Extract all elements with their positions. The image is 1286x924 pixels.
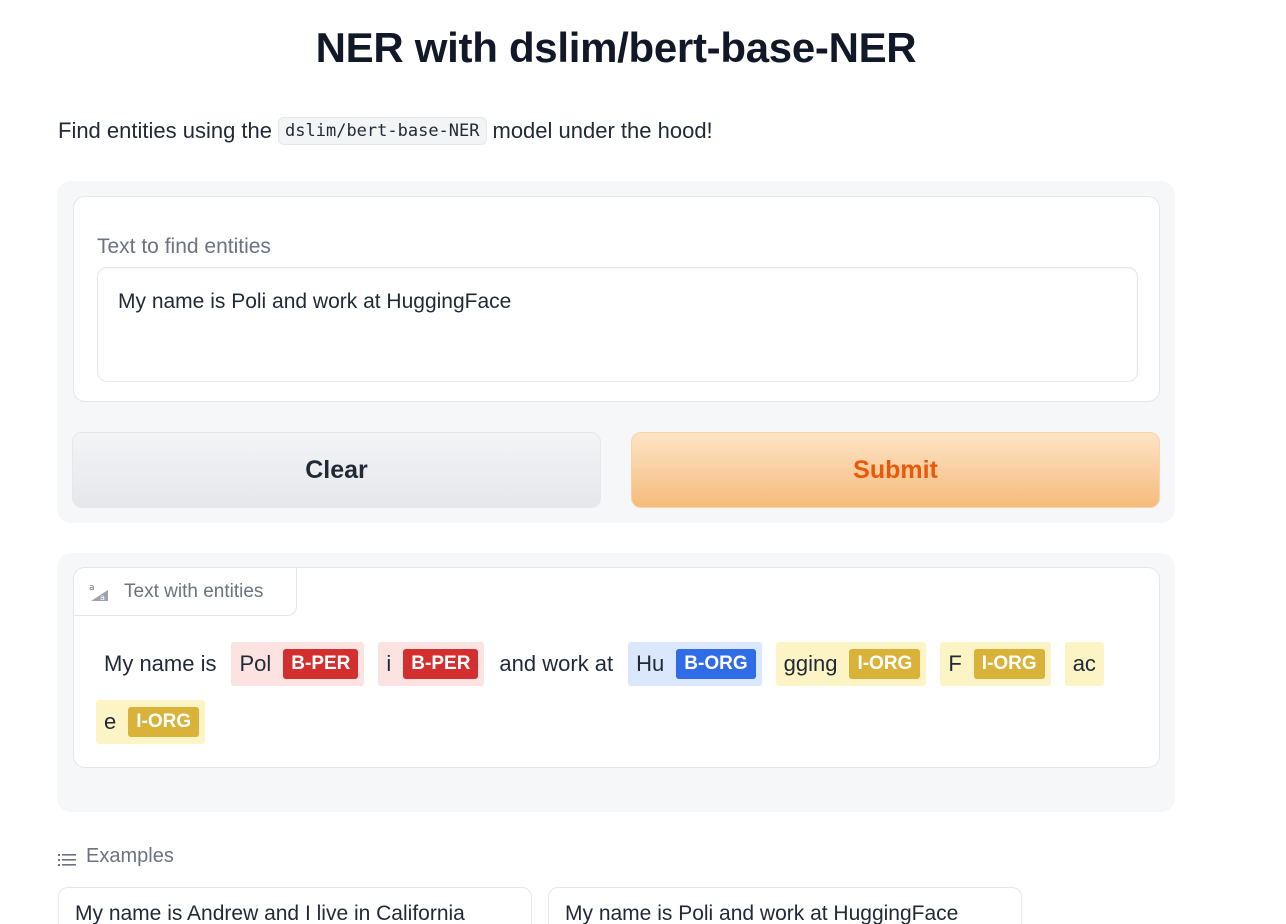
entity-span: Hu B-ORG (628, 642, 762, 686)
input-panel: Text to find entities My name is Poli an… (57, 181, 1175, 523)
entity-tag: B-PER (283, 649, 359, 679)
entity-span: i B-PER (378, 642, 485, 686)
output-label-tab: a a Text with entities (73, 567, 297, 616)
examples-label: Examples (86, 845, 174, 867)
entity-tag: I-ORG (128, 707, 200, 737)
clear-button[interactable]: Clear (72, 432, 601, 508)
entity-span: Pol B-PER (231, 642, 365, 686)
submit-button[interactable]: Submit (631, 432, 1160, 508)
entity-tag: B-PER (403, 649, 479, 679)
svg-text:a: a (89, 583, 95, 593)
entity-token: Hu (636, 651, 665, 676)
plain-text: My name is (104, 651, 217, 676)
input-label: Text to find entities (97, 235, 271, 258)
example-button[interactable]: My name is Andrew and I live in Californ… (58, 887, 532, 924)
output-card: a a Text with entities My name is Pol B-… (73, 567, 1160, 768)
entity-token: gging (783, 651, 838, 676)
entity-tag: I-ORG (849, 649, 921, 679)
highlighted-text: My name is Pol B-PER i B-PER and work at… (96, 640, 1141, 746)
input-card: Text to find entities My name is Poli an… (73, 196, 1160, 402)
model-code: dslim/bert-base-NER (278, 117, 487, 145)
examples-header: Examples (58, 845, 174, 868)
description-text-before: Find entities using the (58, 118, 273, 143)
entity-line-2: e I-ORG (96, 698, 1141, 746)
entity-span: F I-ORG (940, 642, 1051, 686)
entity-token: e (104, 709, 117, 734)
svg-text:a: a (100, 593, 105, 602)
entity-span: ac (1064, 642, 1104, 686)
entity-token: i (386, 651, 392, 676)
entity-token: F (948, 651, 962, 676)
entity-span: e I-ORG (96, 700, 206, 744)
example-button[interactable]: My name is Poli and work at HuggingFace (548, 887, 1022, 924)
entity-span: gging I-ORG (775, 642, 927, 686)
text-input[interactable]: My name is Poli and work at HuggingFace (97, 267, 1138, 382)
page-title: NER with dslim/bert-base-NER (315, 24, 917, 71)
description-text-after: model under the hood! (492, 118, 713, 143)
entity-line-1: My name is Pol B-PER i B-PER and work at… (96, 640, 1141, 688)
list-icon (58, 850, 76, 866)
entity-tag: B-ORG (676, 649, 756, 679)
text-entities-icon: a a (88, 581, 110, 603)
entity-tag: I-ORG (973, 649, 1045, 679)
entity-token: ac (1072, 651, 1096, 676)
entity-token: Pol (239, 651, 272, 676)
plain-text: and work at (499, 651, 614, 676)
page-description: Find entities using the dslim/bert-base-… (58, 117, 713, 145)
output-panel: a a Text with entities My name is Pol B-… (57, 553, 1175, 812)
output-label: Text with entities (124, 580, 264, 602)
